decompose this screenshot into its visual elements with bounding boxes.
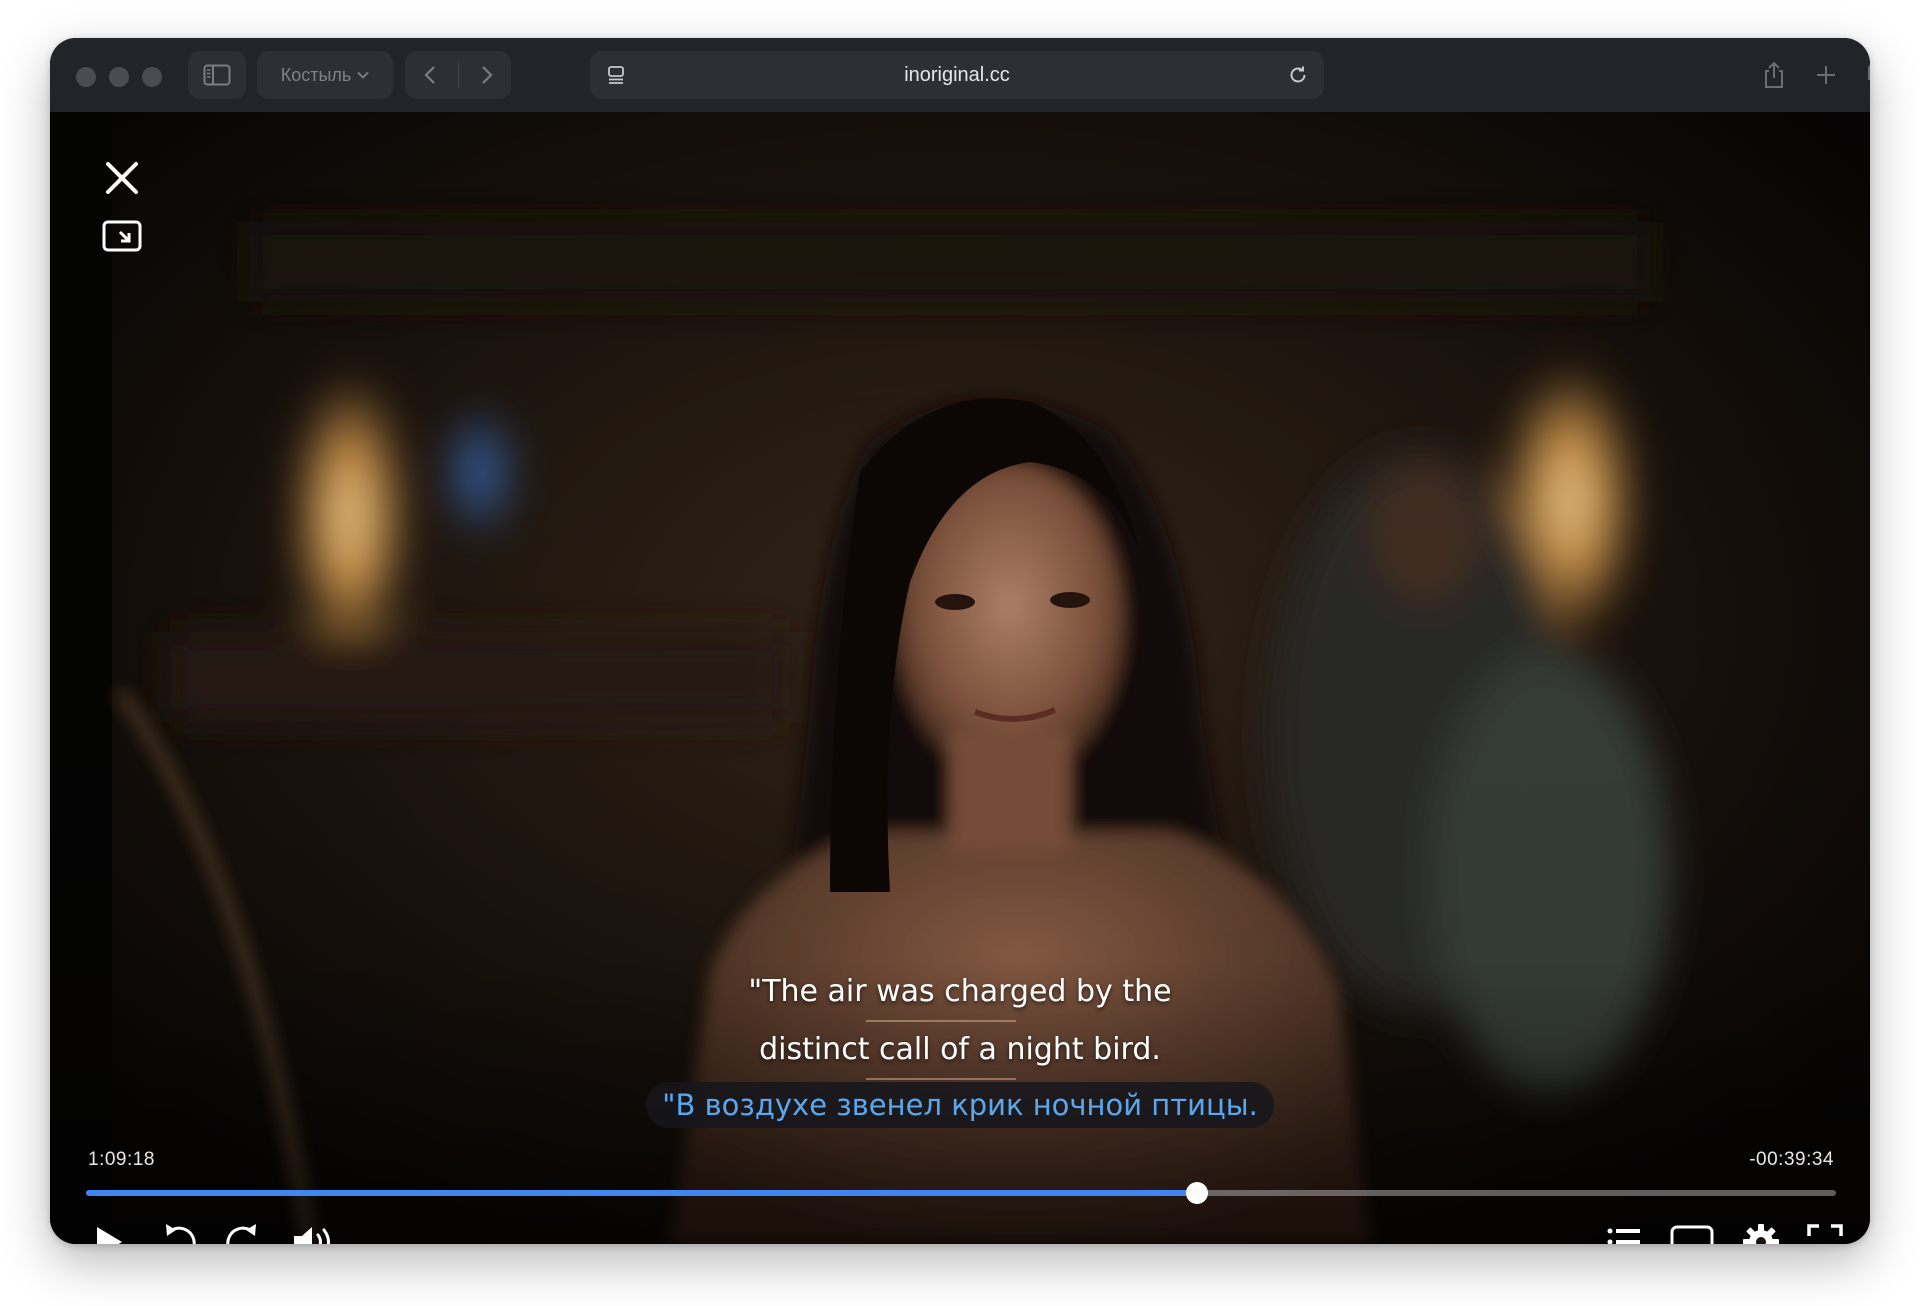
nav-divider: [457, 62, 459, 88]
seek-bar-played: [86, 1190, 1198, 1196]
subtitle-original-line-1[interactable]: "The air was charged by the: [50, 974, 1870, 1009]
address-url: inoriginal.cc: [904, 64, 1010, 86]
plus-icon: [1817, 66, 1835, 84]
share-button[interactable]: [1752, 51, 1796, 99]
tab-overview-button[interactable]: [1856, 51, 1870, 99]
volume-button[interactable]: [284, 1212, 344, 1244]
tab-group-button[interactable]: Костыль: [257, 51, 393, 99]
share-icon: [1765, 61, 1783, 88]
video-frame: [50, 112, 1870, 1244]
subtitle-original-line-2[interactable]: distinct call of a night bird.: [50, 1032, 1870, 1067]
video-player[interactable]: "The air was charged by the distinct cal…: [50, 112, 1870, 1244]
close-player-button[interactable]: [100, 156, 144, 200]
forward-10-icon: 10: [226, 1224, 256, 1244]
chevron-down-icon: [357, 71, 369, 79]
picture-in-picture-button[interactable]: [100, 216, 144, 256]
list-icon: [1607, 1228, 1640, 1244]
chevron-right-icon: [481, 66, 493, 84]
minimize-window-button[interactable]: [109, 67, 129, 87]
browser-toolbar: Костыль inoriginal.cc: [50, 38, 1870, 112]
seek-bar[interactable]: [86, 1182, 1836, 1204]
close-icon: [106, 162, 138, 194]
browser-window: Костыль inoriginal.cc "The air was charg…: [50, 38, 1870, 1244]
zoom-window-button[interactable]: [142, 67, 162, 87]
remaining-time: -00:39:34: [1749, 1149, 1834, 1170]
subtitles-button[interactable]: [1662, 1212, 1722, 1244]
reload-icon[interactable]: [1286, 63, 1310, 87]
forward-10-button[interactable]: 10: [216, 1212, 272, 1244]
elapsed-time: 1:09:18: [88, 1149, 155, 1170]
gear-icon: [1743, 1224, 1779, 1244]
close-window-button[interactable]: [76, 67, 96, 87]
volume-icon: [294, 1227, 330, 1244]
tabs-icon: [1868, 65, 1870, 80]
fullscreen-icon: [1807, 1224, 1843, 1236]
chevron-left-icon: [423, 66, 435, 84]
navigation-buttons: [405, 51, 511, 99]
rewind-10-button[interactable]: 10: [150, 1212, 206, 1244]
sidebar-icon: [203, 64, 231, 86]
subtitle-translation-row: "В воздухе звенел крик ночной птицы.: [50, 1082, 1870, 1128]
picture-in-picture-icon: [102, 220, 142, 252]
fullscreen-button[interactable]: [1800, 1212, 1850, 1244]
play-button[interactable]: [84, 1212, 134, 1244]
tab-group-label: Костыль: [280, 64, 352, 85]
window-controls: [76, 67, 162, 87]
play-icon: [97, 1227, 122, 1244]
forward-button[interactable]: [465, 51, 509, 99]
address-bar[interactable]: inoriginal.cc: [590, 51, 1324, 99]
new-tab-button[interactable]: [1804, 51, 1848, 99]
subtitle-word-underline: [866, 1078, 1016, 1080]
playlist-button[interactable]: [1596, 1212, 1652, 1244]
rewind-10-icon: 10: [166, 1224, 196, 1244]
settings-button[interactable]: [1736, 1212, 1786, 1244]
subtitles-icon: [1670, 1225, 1714, 1244]
sidebar-toggle-button[interactable]: [188, 51, 246, 99]
subtitle-word-underline: [866, 1020, 1016, 1022]
back-button[interactable]: [408, 51, 452, 99]
subtitle-translation[interactable]: "В воздухе звенел крик ночной птицы.: [646, 1082, 1274, 1128]
